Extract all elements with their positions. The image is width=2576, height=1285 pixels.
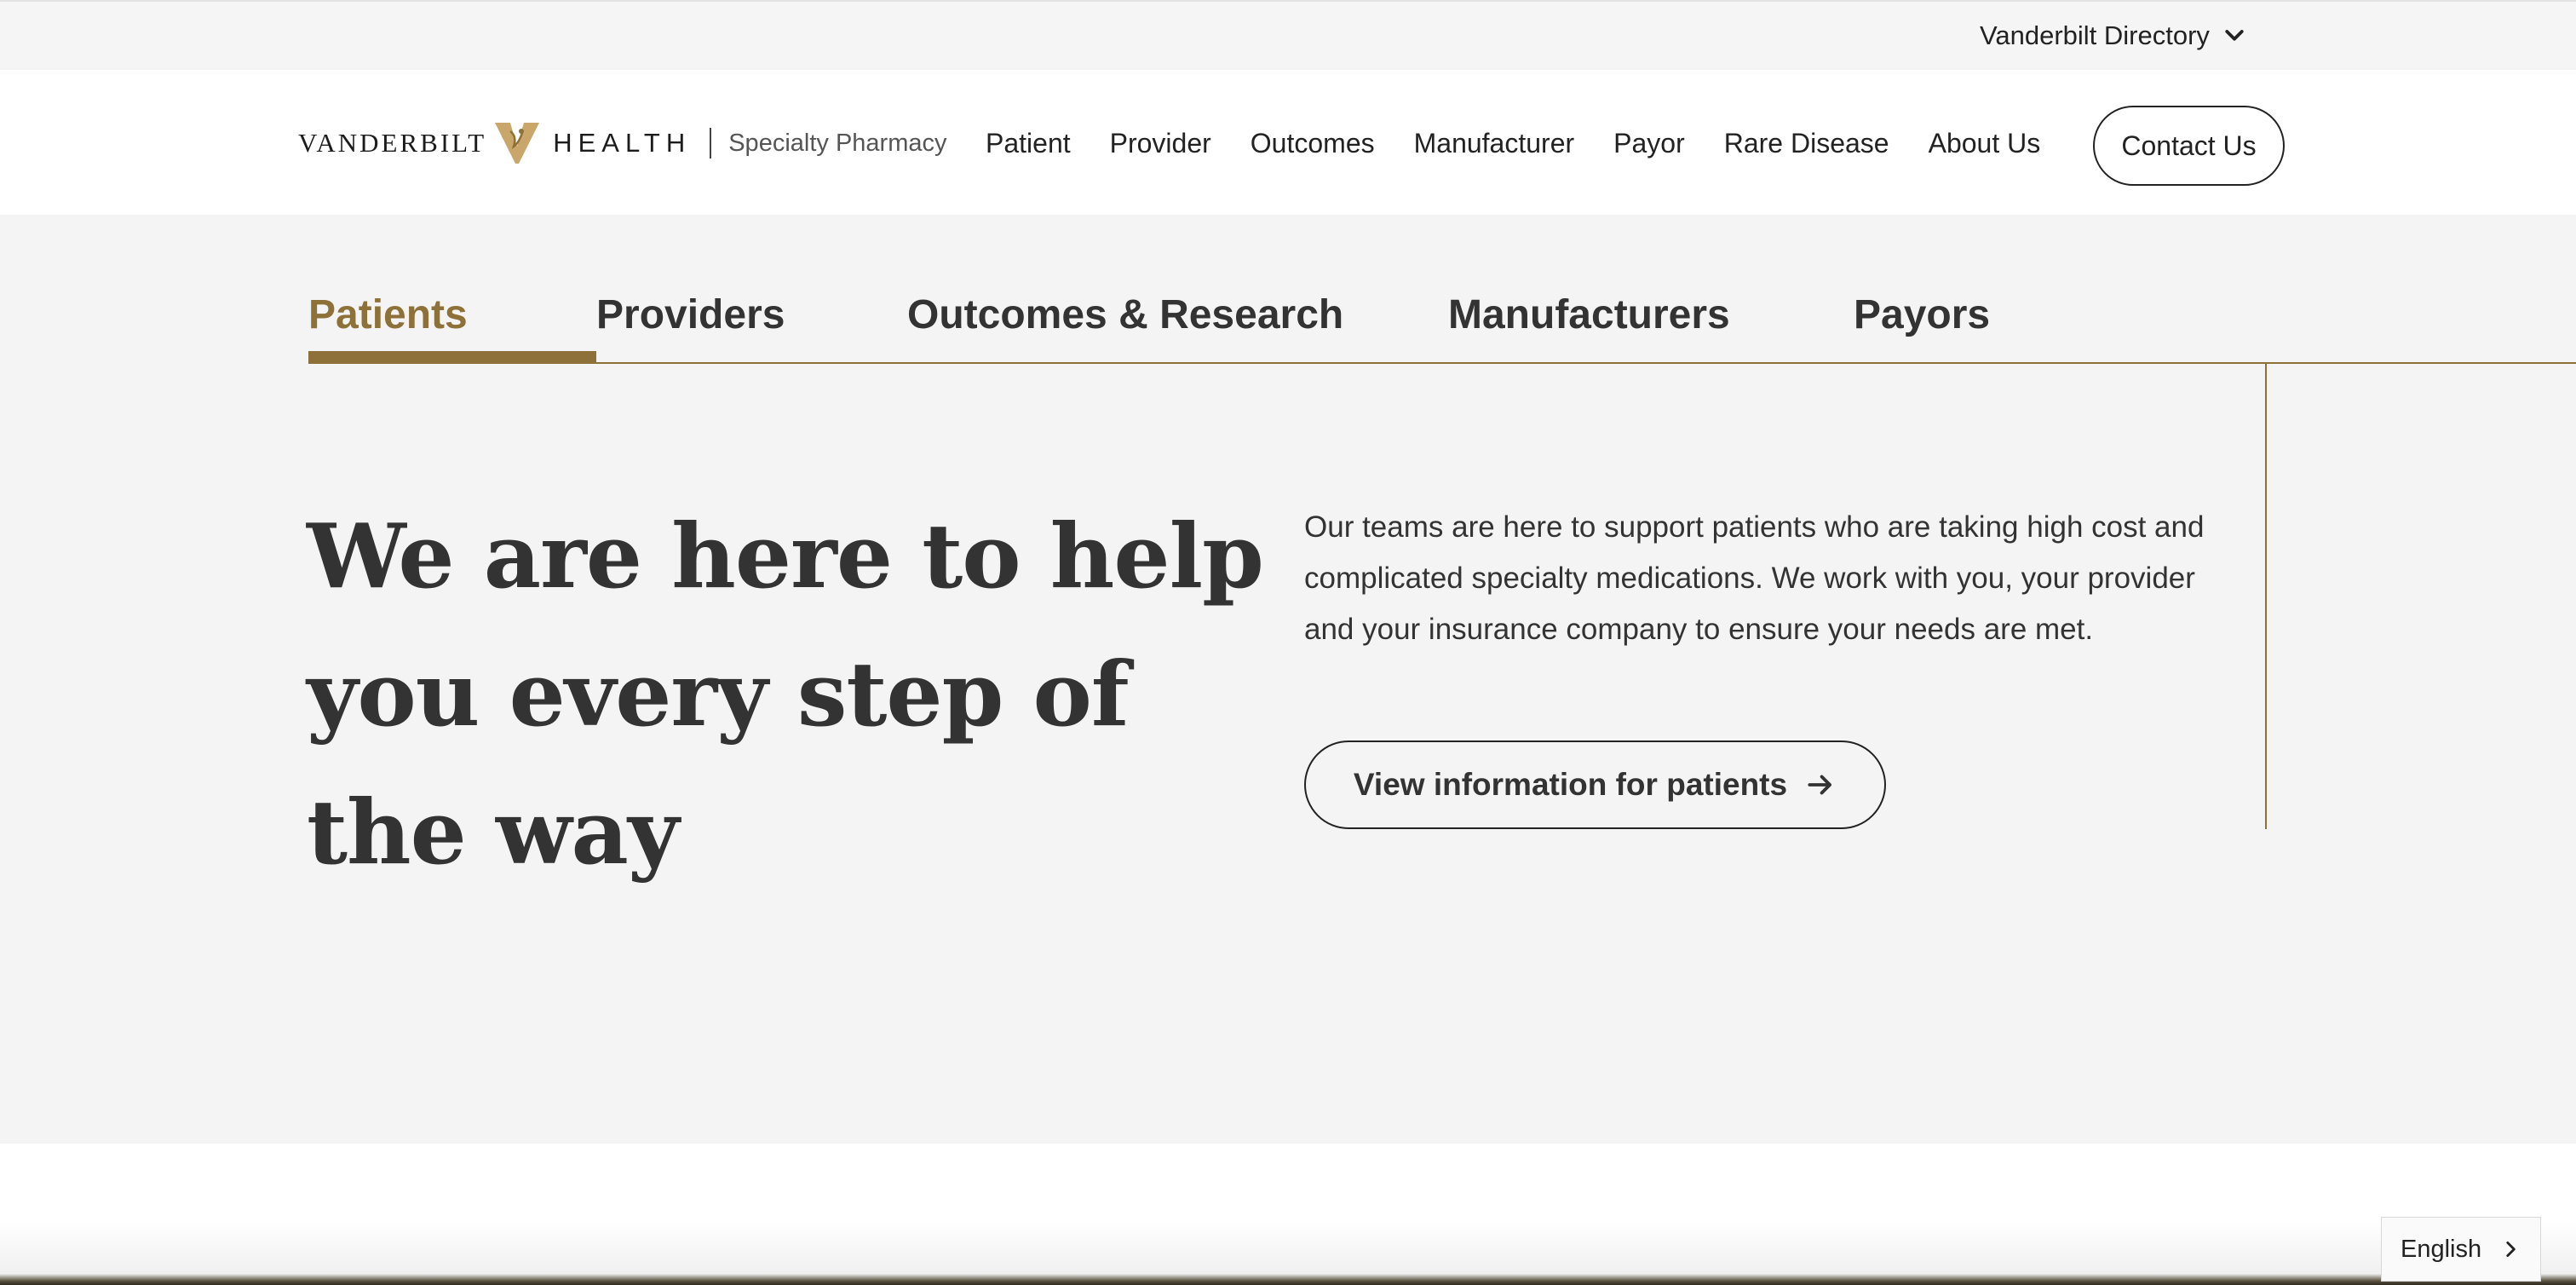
tab-payors[interactable]: Payors: [1854, 291, 1990, 360]
logo-divider: [710, 128, 712, 158]
chevron-right-icon: [2506, 1242, 2516, 1257]
tab-manufacturers[interactable]: Manufacturers: [1448, 291, 1854, 360]
nav-manufacturer[interactable]: Manufacturer: [1414, 128, 1575, 159]
tab-outcomes-research[interactable]: Outcomes & Research: [907, 291, 1448, 360]
hero-headline: We are here to help you every step of th…: [307, 504, 1264, 885]
nav-provider[interactable]: Provider: [1110, 128, 1211, 159]
directory-label: Vanderbilt Directory: [1980, 20, 2210, 50]
language-label: English: [2401, 1235, 2482, 1263]
nav-payor[interactable]: Payor: [1613, 128, 1685, 159]
view-patients-info-button[interactable]: View information for patients: [1304, 740, 1886, 829]
language-selector[interactable]: English: [2381, 1217, 2541, 1282]
audience-tabs: Patients Providers Outcomes & Research M…: [308, 291, 1990, 360]
nav-rare-disease[interactable]: Rare Disease: [1724, 128, 1889, 159]
cta-label: View information for patients: [1353, 767, 1788, 802]
main-header: VANDERBILT HEALTH Specialty Pharmacy Pat…: [0, 70, 2576, 215]
vanderbilt-v-logo-icon: [495, 123, 540, 164]
tab-providers[interactable]: Providers: [596, 291, 907, 360]
hero-section: Patients Providers Outcomes & Research M…: [0, 215, 2576, 1144]
utility-bar: Vanderbilt Directory: [0, 0, 2576, 70]
logo-wordmark-health: HEALTH: [553, 128, 692, 158]
logo-wordmark-vanderbilt: VANDERBILT: [298, 128, 487, 158]
contact-us-button[interactable]: Contact Us: [2093, 106, 2285, 186]
arrow-right-icon: [1808, 775, 1832, 795]
logo-subtitle: Specialty Pharmacy: [728, 129, 947, 157]
primary-nav: Patient Provider Outcomes Manufacturer P…: [986, 124, 2040, 162]
chevron-down-icon: [2225, 30, 2244, 41]
site-logo[interactable]: VANDERBILT HEALTH Specialty Pharmacy: [298, 121, 947, 165]
active-tab-indicator: [308, 351, 596, 363]
bottom-section: [0, 1144, 2576, 1285]
vertical-divider: [2265, 362, 2267, 829]
nav-outcomes[interactable]: Outcomes: [1251, 128, 1375, 159]
hero-intro-text: Our teams are here to support patients w…: [1304, 510, 2205, 646]
tab-patients[interactable]: Patients: [308, 291, 596, 360]
vanderbilt-directory-dropdown[interactable]: Vanderbilt Directory: [1980, 17, 2247, 55]
nav-patient[interactable]: Patient: [986, 128, 1071, 159]
tabs-divider: [308, 362, 2576, 364]
nav-about-us[interactable]: About Us: [1929, 128, 2041, 159]
